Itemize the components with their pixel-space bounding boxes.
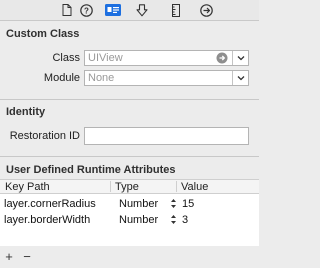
class-combobox[interactable]: UIView: [84, 50, 249, 66]
remove-attribute-button[interactable]: −: [22, 249, 32, 264]
navigate-arrow-icon[interactable]: [216, 52, 228, 67]
chevron-down-icon: [237, 76, 244, 81]
key-path-cell[interactable]: layer.cornerRadius: [4, 198, 96, 210]
column-divider: [176, 181, 177, 192]
section-divider: [0, 99, 259, 100]
type-stepper-icon[interactable]: [170, 198, 177, 209]
type-cell[interactable]: Number: [119, 214, 158, 226]
size-icon[interactable]: [168, 3, 184, 17]
module-combobox[interactable]: None: [84, 70, 249, 86]
runtime-attributes-title: User Defined Runtime Attributes: [6, 164, 176, 176]
section-divider: [0, 156, 259, 157]
custom-class-title: Custom Class: [6, 28, 80, 40]
value-cell[interactable]: 3: [182, 214, 188, 226]
table-row[interactable]: layer.cornerRadius Number 15: [0, 196, 259, 212]
column-value[interactable]: Value: [181, 181, 208, 193]
column-key-path[interactable]: Key Path: [5, 181, 50, 193]
identity-icon[interactable]: [105, 3, 121, 17]
module-value[interactable]: None: [88, 72, 114, 84]
value-cell[interactable]: 15: [182, 198, 194, 210]
class-label: Class: [52, 52, 80, 64]
restoration-id-label: Restoration ID: [9, 130, 80, 142]
table-row[interactable]: layer.borderWidth Number 3: [0, 212, 259, 228]
attributes-table-header: Key Path Type Value: [0, 179, 259, 194]
attributes-icon[interactable]: [134, 3, 150, 17]
identity-title: Identity: [6, 106, 46, 118]
chevron-down-icon: [237, 56, 244, 61]
inspector-toolbar: ?: [0, 0, 259, 21]
type-stepper-icon[interactable]: [170, 214, 177, 225]
column-type[interactable]: Type: [115, 181, 139, 193]
file-icon[interactable]: [59, 3, 75, 17]
class-dropdown-button[interactable]: [233, 51, 248, 65]
svg-text:?: ?: [84, 6, 89, 15]
attributes-table-footer: + −: [0, 246, 259, 268]
key-path-cell[interactable]: layer.borderWidth: [4, 214, 90, 226]
class-value[interactable]: UIView: [88, 52, 123, 64]
attributes-table: layer.cornerRadius Number 15 layer.borde…: [0, 194, 259, 246]
module-dropdown-button[interactable]: [233, 71, 248, 85]
add-attribute-button[interactable]: +: [4, 249, 14, 264]
module-label: Module: [43, 72, 80, 84]
help-icon[interactable]: ?: [78, 3, 94, 17]
type-cell[interactable]: Number: [119, 198, 158, 210]
column-divider: [110, 181, 111, 192]
restoration-id-field[interactable]: [84, 127, 249, 145]
connections-icon[interactable]: [198, 3, 214, 17]
